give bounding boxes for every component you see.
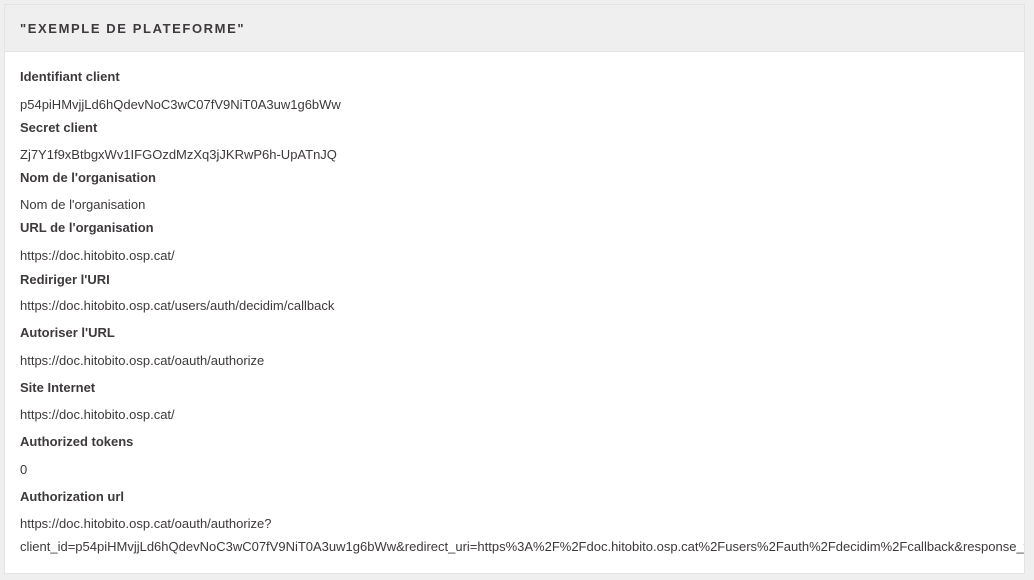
organization-name-label: Nom de l'organisation	[20, 170, 156, 185]
client-id-value: p54piHMvjjLd6hQdevNoC3wC07fV9NiT0A3uw1g6…	[20, 97, 341, 112]
redirect-uri-value: https://doc.hitobito.osp.cat/users/auth/…	[20, 298, 335, 313]
authorization-url-value-line2: client_id=p54piHMvjjLd6hQdevNoC3wC07fV9N…	[20, 539, 1024, 554]
card-title: "EXEMPLE DE PLATEFORME"	[20, 20, 246, 36]
organization-url-label: URL de l'organisation	[20, 220, 154, 235]
client-secret-value: Zj7Y1f9xBtbgxWv1IFGOzdMzXq3jJKRwP6h-UpAT…	[20, 147, 337, 162]
organization-name-value: Nom de l'organisation	[20, 197, 146, 212]
website-value: https://doc.hitobito.osp.cat/	[20, 407, 175, 422]
authorize-url-label: Autoriser l'URL	[20, 325, 115, 340]
client-id-label: Identifiant client	[20, 69, 120, 84]
authorization-url-label: Authorization url	[20, 489, 124, 504]
authorized-tokens-label: Authorized tokens	[20, 434, 134, 449]
authorize-url-value: https://doc.hitobito.osp.cat/oauth/autho…	[20, 353, 265, 368]
platform-card: "EXEMPLE DE PLATEFORME" Identifiant clie…	[4, 4, 1025, 574]
client-secret-label: Secret client	[20, 120, 98, 135]
card-header: "EXEMPLE DE PLATEFORME"	[5, 5, 1024, 52]
organization-url-value: https://doc.hitobito.osp.cat/	[20, 248, 175, 263]
website-label: Site Internet	[20, 380, 96, 395]
authorized-tokens-value: 0	[20, 462, 28, 477]
authorization-url-value: https://doc.hitobito.osp.cat/oauth/autho…	[20, 516, 272, 531]
redirect-uri-label: Rediriger l'URI	[20, 272, 110, 287]
